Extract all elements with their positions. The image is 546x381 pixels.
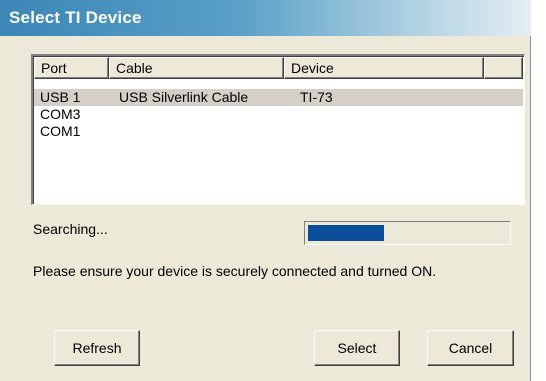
column-header-filler (484, 57, 523, 79)
column-header-port[interactable]: Port (34, 57, 109, 79)
progress-fill (308, 225, 384, 241)
row-cable: USB Silverlink Cable (119, 89, 249, 105)
refresh-button[interactable]: Refresh (54, 330, 140, 366)
column-header-cable[interactable]: Cable (109, 57, 284, 79)
table-row[interactable]: USB 1 USB Silverlink Cable TI-73 (34, 89, 523, 106)
list-header: Port Cable Device (34, 57, 523, 79)
device-list[interactable]: Port Cable Device USB 1 USB Silverlink C… (31, 54, 525, 205)
table-row[interactable]: COM1 (34, 123, 523, 140)
table-row[interactable]: COM3 (34, 106, 523, 123)
select-device-dialog: Select TI Device Port Cable Device USB 1… (0, 0, 531, 381)
cancel-button[interactable]: Cancel (427, 330, 514, 366)
status-label: Searching... (33, 221, 108, 237)
window-title: Select TI Device (9, 8, 142, 27)
list-rows: USB 1 USB Silverlink Cable TI-73 COM3 CO… (34, 89, 523, 140)
row-port: USB 1 (40, 89, 81, 105)
row-device: TI-73 (300, 89, 333, 105)
row-port: COM1 (40, 123, 81, 139)
search-progress-bar (304, 221, 511, 245)
select-button[interactable]: Select (314, 330, 400, 366)
title-bar[interactable]: Select TI Device (0, 0, 531, 36)
instruction-message: Please ensure your device is securely co… (33, 263, 437, 279)
column-header-device[interactable]: Device (284, 57, 484, 79)
row-port: COM3 (40, 106, 81, 122)
